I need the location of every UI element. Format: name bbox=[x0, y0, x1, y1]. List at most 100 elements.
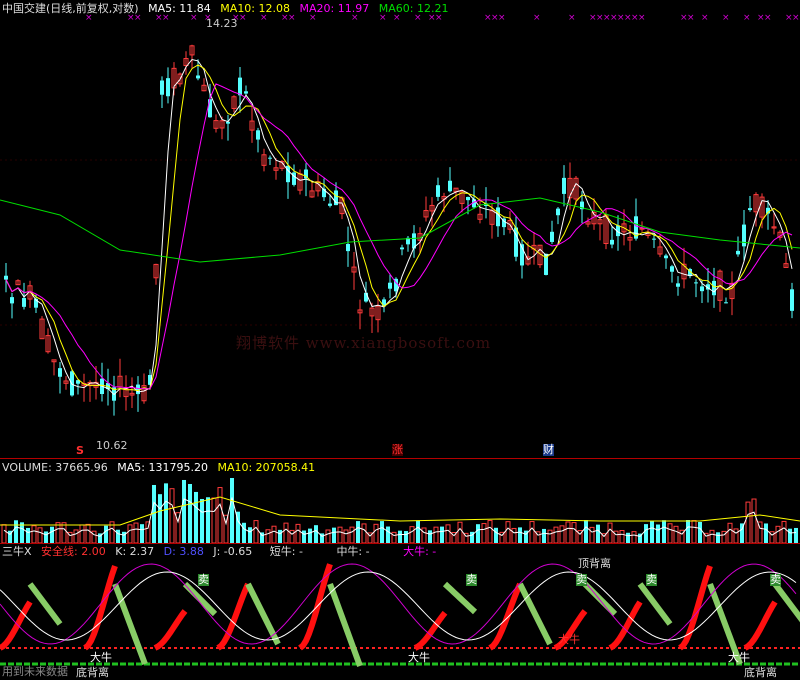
volume-bar bbox=[481, 523, 487, 543]
candle-body bbox=[4, 275, 8, 280]
bottom-divergence-label-2: 底背离 bbox=[744, 666, 777, 679]
volume-bar bbox=[31, 525, 37, 543]
volume-panel[interactable]: VOLUME: 37665.96 MA5: 131795.20 MA10: 20… bbox=[0, 459, 800, 543]
candle-body bbox=[700, 286, 704, 292]
bottom-divergence-label-1: 底背离 bbox=[76, 666, 109, 679]
kdj-rising-band bbox=[608, 600, 643, 651]
volume-bar bbox=[547, 529, 553, 543]
sell-marker-4[interactable]: 卖 bbox=[646, 574, 657, 586]
volume-bar bbox=[698, 521, 702, 543]
volume-bar bbox=[794, 527, 798, 543]
ma60-label: MA60: 12.21 bbox=[378, 2, 449, 15]
indicator-panel[interactable]: 三牛X 安全线: 2.00 K: 2.37 D: 3.88 J: -0.65 短… bbox=[0, 544, 800, 680]
volume-label: VOLUME: 37665.96 bbox=[2, 461, 108, 474]
candle-body bbox=[670, 266, 674, 272]
volume-ma10-line bbox=[0, 496, 800, 526]
volume-bar bbox=[361, 523, 367, 543]
signal-x-marker: × bbox=[701, 13, 709, 23]
candle-body bbox=[22, 298, 26, 307]
volume-bar bbox=[775, 525, 781, 543]
candle-body bbox=[610, 239, 614, 245]
candle-body bbox=[724, 302, 728, 304]
kdj-falling-band bbox=[112, 582, 148, 666]
big-bull-marker-3[interactable]: 大牛 bbox=[558, 634, 580, 646]
volume-bar bbox=[751, 498, 757, 543]
volume-bar bbox=[182, 479, 186, 543]
volume-bar bbox=[188, 483, 192, 543]
future-data-warning: 用到未来数据 bbox=[2, 665, 68, 678]
big-bull-marker-4[interactable]: 大牛 bbox=[728, 652, 750, 664]
safe-line-label: 安全线: 2.00 bbox=[41, 545, 106, 558]
volume-bar bbox=[476, 524, 480, 543]
volume-bar bbox=[733, 528, 739, 543]
candlestick-chart[interactable]: × × × × × × × × × × × × × × × × × × × × × × × × × × × × × × × × × × × × × × × ×… bbox=[0, 0, 800, 458]
volume-bar bbox=[145, 521, 151, 543]
candle-body bbox=[676, 283, 680, 287]
volume-bar bbox=[553, 526, 559, 543]
kdj-rising-band bbox=[488, 582, 523, 651]
ma10-label: MA10: 12.08 bbox=[220, 2, 291, 15]
volume-bar bbox=[631, 531, 637, 543]
volume-bar bbox=[332, 527, 336, 543]
volume-bar bbox=[607, 522, 613, 543]
ma60-line bbox=[0, 197, 800, 263]
signal-s-marker[interactable]: S bbox=[76, 445, 84, 457]
volume-bar bbox=[745, 501, 751, 543]
kdj-rising-band bbox=[743, 600, 778, 651]
candle-body bbox=[346, 243, 350, 252]
ma20-label: MA20: 11.97 bbox=[299, 2, 370, 15]
candle-body bbox=[448, 180, 452, 192]
volume-bar bbox=[421, 527, 427, 543]
signal-x-marker: × bbox=[498, 13, 506, 23]
volume-bar bbox=[356, 521, 360, 543]
volume-bar bbox=[457, 521, 463, 543]
volume-bar bbox=[314, 525, 318, 543]
volume-bar bbox=[709, 529, 715, 543]
sell-marker-1[interactable]: 卖 bbox=[198, 574, 209, 586]
candle-body bbox=[550, 231, 554, 242]
candle-body bbox=[466, 196, 470, 201]
volume-bar bbox=[398, 530, 402, 543]
candle-body bbox=[208, 99, 212, 118]
price-panel[interactable]: × × × × × × × × × × × × × × × × × × × × × × × × × × × × × × × × × × × × × × × ×… bbox=[0, 0, 800, 458]
big-bull-marker-2[interactable]: 大牛 bbox=[408, 652, 430, 664]
volume-bar bbox=[494, 527, 498, 543]
volume-bar bbox=[1, 524, 7, 543]
volume-bar bbox=[596, 524, 600, 543]
finance-marker[interactable]: 财 bbox=[543, 444, 554, 456]
volume-bar bbox=[518, 527, 522, 543]
volume-ma5-label: MA5: 131795.20 bbox=[117, 461, 208, 474]
big-bull-marker-1[interactable]: 大牛 bbox=[90, 652, 112, 664]
candle-body bbox=[400, 247, 404, 250]
kdj-rising-band bbox=[153, 609, 188, 651]
volume-bar bbox=[440, 526, 444, 543]
indicator-header: 三牛X 安全线: 2.00 K: 2.37 D: 3.88 J: -0.65 短… bbox=[2, 545, 442, 558]
volume-header: VOLUME: 37665.96 MA5: 131795.20 MA10: 20… bbox=[2, 461, 321, 474]
indicator-chart[interactable] bbox=[0, 544, 800, 680]
volume-bar bbox=[158, 494, 162, 543]
sell-marker-5[interactable]: 卖 bbox=[770, 574, 781, 586]
volume-bar bbox=[589, 526, 595, 543]
sell-marker-3[interactable]: 卖 bbox=[576, 574, 587, 586]
candle-body bbox=[748, 208, 752, 211]
rise-marker[interactable]: 涨 bbox=[392, 444, 403, 456]
volume-bar bbox=[626, 532, 630, 543]
volume-bar bbox=[404, 531, 408, 543]
big-bull-label: 大牛: - bbox=[403, 545, 437, 558]
low-price-label: 10.62 bbox=[96, 439, 128, 452]
candle-body bbox=[328, 203, 332, 206]
candle-body bbox=[712, 280, 716, 296]
candle-body bbox=[556, 208, 560, 216]
volume-bar bbox=[343, 529, 349, 543]
candle-body bbox=[10, 297, 14, 304]
signal-x-marker: × bbox=[687, 13, 695, 23]
candle-body bbox=[58, 368, 62, 377]
sell-marker-2[interactable]: 卖 bbox=[466, 574, 477, 586]
candle-body bbox=[652, 238, 656, 240]
volume-bar bbox=[133, 522, 139, 543]
signal-x-marker: × bbox=[568, 13, 576, 23]
volume-bar bbox=[169, 488, 175, 543]
volume-bar bbox=[127, 524, 133, 543]
volume-bar bbox=[565, 521, 571, 543]
kdj-falling-band bbox=[442, 581, 478, 615]
